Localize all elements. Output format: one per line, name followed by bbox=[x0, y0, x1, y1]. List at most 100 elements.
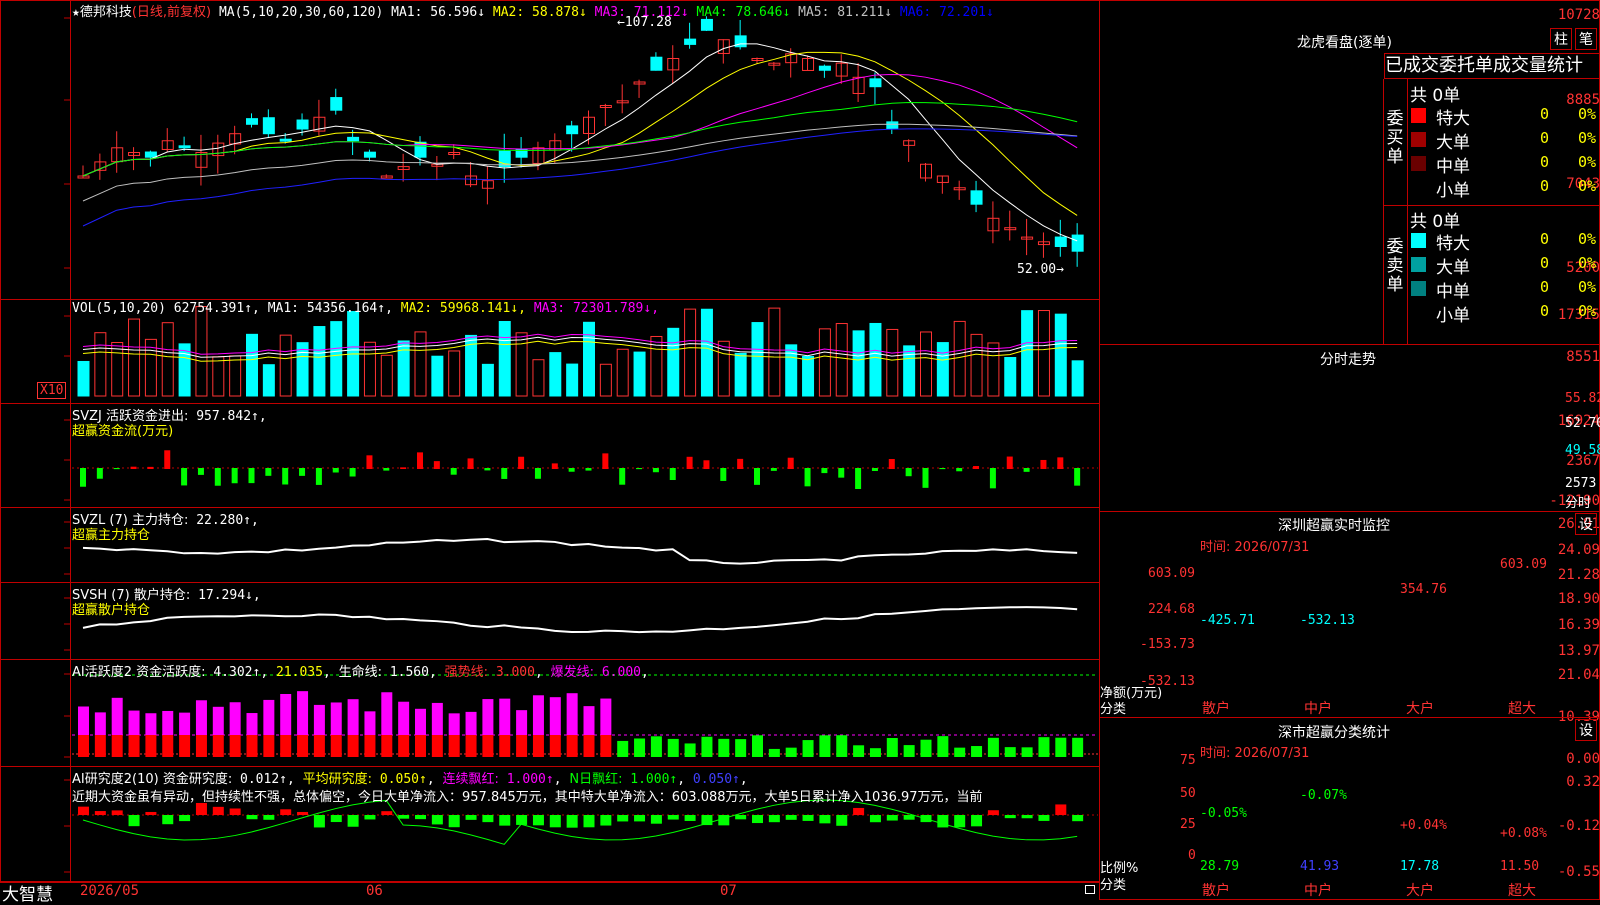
svzj-bar bbox=[181, 468, 188, 486]
stats-tab-row[interactable]: 已成交委托单成交量统计 bbox=[1384, 53, 1600, 79]
research-bar bbox=[448, 815, 460, 828]
stock-name[interactable]: 德邦科技 bbox=[80, 5, 132, 20]
sz-monitor-settings-button[interactable]: 设 bbox=[1575, 513, 1597, 535]
svsh-line bbox=[82, 606, 1078, 634]
research-bar bbox=[954, 815, 966, 828]
volume-bar bbox=[296, 342, 309, 397]
sz-classify-y-3: 25 bbox=[1180, 817, 1196, 832]
monitor-category-1: 散户 bbox=[1202, 701, 1230, 717]
research-bar bbox=[516, 815, 528, 825]
ai-red-bar bbox=[263, 735, 275, 757]
order-percent: 0% bbox=[1578, 105, 1597, 123]
candle-body bbox=[347, 136, 360, 142]
lock-icon[interactable] bbox=[1085, 885, 1095, 894]
ai-green-bar bbox=[802, 740, 814, 757]
ai-green-bar bbox=[1038, 737, 1050, 757]
order-percent: 0% bbox=[1578, 153, 1597, 171]
research-line bbox=[82, 799, 1078, 845]
app-brand[interactable]: 大智慧 bbox=[2, 880, 53, 905]
svzj-bar bbox=[770, 468, 777, 471]
ai-magenta-bar bbox=[364, 711, 376, 735]
ma-line-120 bbox=[82, 128, 1078, 227]
volume-bar bbox=[684, 308, 697, 397]
ai-magenta-bar bbox=[229, 702, 241, 735]
ai-red-bar bbox=[499, 735, 511, 757]
research-bar bbox=[836, 815, 848, 826]
volume-bar bbox=[1037, 310, 1050, 397]
ai-magenta-bar bbox=[381, 692, 393, 735]
sz-monitor-axis-sub: 分类 bbox=[1100, 702, 1127, 717]
intraday-price-2: 52.70 bbox=[1565, 416, 1600, 431]
ai-green-bar bbox=[853, 745, 865, 757]
svzj-bar bbox=[231, 468, 238, 484]
ai-magenta-bar bbox=[313, 704, 325, 735]
research-bar bbox=[853, 807, 865, 815]
order-percent: 0% bbox=[1578, 177, 1597, 195]
candle-body bbox=[566, 125, 579, 135]
svzj-bar bbox=[450, 468, 457, 475]
x-label-jul: 07 bbox=[720, 883, 737, 899]
candle-body bbox=[1054, 236, 1067, 248]
sz-monitor-time: 时间: 2026/07/31 bbox=[1200, 540, 1310, 555]
volume-bar bbox=[886, 328, 899, 397]
svzj-bar bbox=[383, 468, 390, 471]
volume-bar bbox=[835, 323, 848, 397]
ai-red-bar bbox=[145, 735, 157, 757]
svzj-bar bbox=[1006, 456, 1013, 469]
monitor-category-2: 中户 bbox=[1304, 701, 1332, 717]
candle-body bbox=[330, 97, 343, 111]
svzj-bar bbox=[973, 466, 980, 469]
ai-magenta-bar bbox=[179, 712, 191, 735]
volume-bar bbox=[1071, 360, 1084, 397]
research-bar bbox=[246, 815, 258, 820]
order-color-swatch bbox=[1411, 132, 1426, 147]
research-bar bbox=[785, 815, 797, 820]
volume-bar bbox=[802, 355, 815, 397]
order-size-label: 小单 bbox=[1436, 181, 1470, 201]
sz-classify-time: 时间: 2026/07/31 bbox=[1200, 746, 1310, 761]
volume-bar bbox=[852, 330, 865, 397]
intraday-price-3: 49.58 bbox=[1565, 443, 1600, 458]
intraday-panel[interactable] bbox=[1099, 344, 1600, 512]
x-label-jun: 06 bbox=[366, 883, 383, 899]
ai-green-bar bbox=[819, 735, 831, 757]
ai-magenta-bar bbox=[246, 713, 258, 735]
period-label[interactable]: (日线,前复权) bbox=[132, 5, 211, 20]
ai-magenta-bar bbox=[263, 699, 275, 735]
research-bar bbox=[111, 810, 123, 815]
research-bar bbox=[1021, 815, 1033, 819]
ai-green-bar bbox=[1004, 747, 1016, 757]
research-bar bbox=[532, 815, 544, 826]
ma-value-6: MA6: 72.201↓ bbox=[899, 5, 994, 20]
svzj-bar bbox=[939, 468, 946, 470]
sz-classify-settings-button[interactable]: 设 bbox=[1575, 719, 1597, 741]
low-price-marker: 52.00→ bbox=[1017, 262, 1064, 277]
classify-category-1: 散户 bbox=[1202, 883, 1230, 899]
monitor-value-label: -532.13 bbox=[1300, 613, 1355, 628]
ma-line-5 bbox=[82, 43, 1078, 242]
research-bar bbox=[499, 815, 511, 826]
buy-total: 共 0单 bbox=[1410, 86, 1461, 106]
volume-bar bbox=[970, 333, 983, 397]
order-count: 0 bbox=[1540, 153, 1550, 171]
volume-bar bbox=[279, 334, 292, 397]
volume-bar bbox=[262, 364, 275, 397]
volume-bar bbox=[94, 332, 107, 397]
candle-body bbox=[684, 38, 697, 45]
volume-bar bbox=[583, 321, 595, 397]
ai-magenta-bar bbox=[128, 710, 140, 735]
ai-red-bar bbox=[280, 735, 292, 757]
volume-bar bbox=[903, 345, 916, 397]
ai-magenta-bar bbox=[162, 710, 174, 735]
pen-mode-button[interactable]: 笔 bbox=[1575, 28, 1597, 50]
ma-params[interactable]: MA(5,10,20,30,60,120) bbox=[219, 5, 383, 20]
sz-classify-title: 深市超赢分类统计 bbox=[1278, 725, 1390, 741]
ai-red-bar bbox=[111, 735, 123, 757]
order-percent: 0% bbox=[1578, 129, 1597, 147]
ai-green-bar bbox=[650, 736, 662, 757]
svzj-bar bbox=[1040, 459, 1047, 469]
svzj-bar bbox=[248, 468, 255, 484]
bar-mode-button[interactable]: 柱 bbox=[1550, 28, 1572, 50]
classify-category-2: 中户 bbox=[1304, 883, 1332, 899]
volume-bar bbox=[515, 332, 528, 397]
